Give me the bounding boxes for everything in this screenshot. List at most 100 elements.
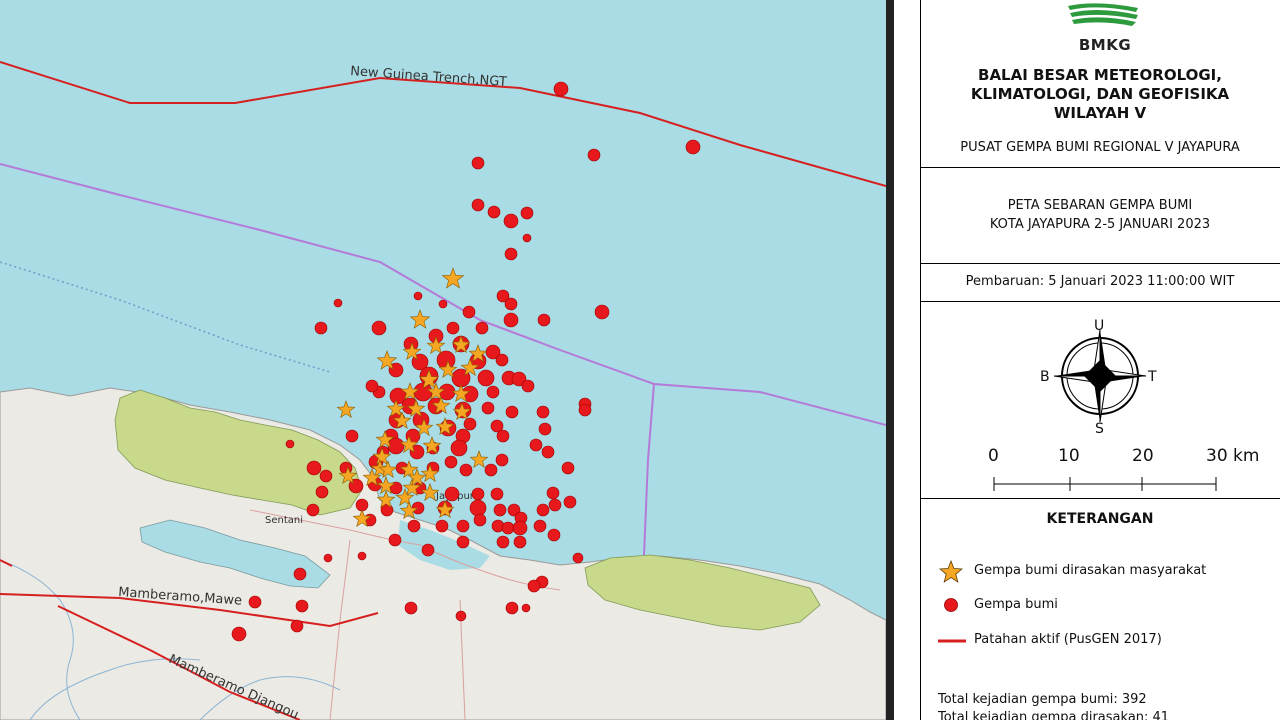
earthquake-marker[interactable] [388,533,402,547]
divider [920,301,1280,302]
earthquake-marker[interactable] [481,401,495,415]
earthquake-marker[interactable] [504,297,518,311]
compass-north: U [1094,318,1104,334]
earthquake-marker[interactable] [522,233,532,243]
earthquake-marker[interactable] [295,599,309,613]
earthquake-marker[interactable] [319,469,333,483]
earthquake-marker[interactable] [438,299,448,309]
earthquake-marker[interactable] [231,626,247,642]
earthquake-marker[interactable] [553,81,569,97]
earthquake-marker[interactable] [407,519,421,533]
bmkg-logo [1068,3,1138,26]
earthquake-marker[interactable] [547,528,561,542]
map-frame-edge [886,0,894,720]
earthquake-marker[interactable] [513,535,527,549]
divider [920,167,1280,168]
earthquake-marker[interactable] [477,369,495,387]
earthquake-marker[interactable] [486,385,500,399]
earthquake-marker[interactable] [421,543,435,557]
earthquake-marker[interactable] [521,603,531,613]
earthquake-marker[interactable] [578,403,592,417]
earthquake-marker[interactable] [456,519,470,533]
earthquake-map[interactable]: New Guinea Trench,NGT Mamberamo,Mawe Mam… [0,0,886,720]
total-felt-quakes: Total kejadian gempa dirasakan: 41 [938,710,1170,720]
earthquake-marker[interactable] [541,445,555,459]
earthquake-marker[interactable] [512,520,528,536]
earthquake-marker[interactable] [404,601,418,615]
earthquake-marker[interactable] [459,463,473,477]
earthquake-marker[interactable] [505,601,519,615]
earthquake-marker[interactable] [446,321,460,335]
org-name-line-2: KLIMATOLOGI, DAN GEOFISIKA [970,85,1230,103]
earthquake-marker[interactable] [471,156,485,170]
earthquake-marker[interactable] [520,206,534,220]
earthquake-marker[interactable] [563,495,577,509]
earthquake-marker[interactable] [493,503,507,517]
earthquake-marker[interactable] [306,460,322,476]
earthquake-marker[interactable] [529,438,543,452]
earthquake-marker[interactable] [345,429,359,443]
earthquake-marker[interactable] [444,455,458,469]
legend-star-icon [939,560,963,583]
earthquake-marker[interactable] [469,499,487,517]
earthquake-marker[interactable] [685,139,701,155]
earthquake-marker[interactable] [293,567,307,581]
earthquake-marker[interactable] [538,422,552,436]
earthquake-marker[interactable] [413,291,423,301]
earthquake-marker[interactable] [456,535,470,549]
earthquake-marker[interactable] [533,519,547,533]
earthquake-marker[interactable] [495,353,509,367]
divider [920,263,1280,264]
earthquake-marker[interactable] [527,579,541,593]
map-title-line-1: PETA SEBARAN GEMPA BUMI [1007,198,1193,213]
earthquake-marker[interactable] [473,513,487,527]
earthquake-marker[interactable] [501,521,515,535]
earthquake-marker[interactable] [536,405,550,419]
earthquake-marker[interactable] [561,461,575,475]
compass-east: T [1147,369,1157,385]
earthquake-marker[interactable] [496,535,510,549]
earthquake-marker[interactable] [475,321,489,335]
earthquake-marker[interactable] [471,198,485,212]
earthquake-marker[interactable] [463,417,477,431]
earthquake-marker[interactable] [323,553,333,563]
earthquake-marker[interactable] [450,439,468,457]
compass-south: S [1095,421,1104,436]
earthquake-marker[interactable] [413,382,433,402]
earthquake-marker[interactable] [572,552,584,564]
earthquake-marker[interactable] [357,551,367,561]
scale-label-30km: 30 km [1206,446,1260,466]
earthquake-marker[interactable] [594,304,610,320]
earthquake-marker[interactable] [548,498,562,512]
earthquake-marker[interactable] [314,321,328,335]
earthquake-marker[interactable] [455,610,467,622]
earthquake-marker[interactable] [487,205,501,219]
earthquake-marker[interactable] [290,619,304,633]
earthquake-marker[interactable] [365,379,379,393]
earthquake-marker[interactable] [537,313,551,327]
earthquake-marker[interactable] [387,437,405,455]
earthquake-marker[interactable] [484,463,498,477]
earthquake-marker[interactable] [587,148,601,162]
earthquake-marker[interactable] [371,320,387,336]
earthquake-marker[interactable] [496,429,510,443]
earthquake-marker[interactable] [333,298,343,308]
earthquake-marker[interactable] [505,405,519,419]
city-label-sentani: Sentani [265,515,303,526]
earthquake-marker[interactable] [285,439,295,449]
earthquake-marker[interactable] [503,312,519,328]
earthquake-marker[interactable] [521,379,535,393]
earthquake-marker[interactable] [495,453,509,467]
earthquake-marker[interactable] [306,503,320,517]
earthquake-marker[interactable] [546,486,560,500]
earthquake-marker[interactable] [248,595,262,609]
earthquake-marker[interactable] [490,487,504,501]
earthquake-marker[interactable] [503,213,519,229]
earthquake-marker[interactable] [444,486,460,502]
earthquake-marker[interactable] [435,519,449,533]
earthquake-marker[interactable] [315,485,329,499]
earthquake-marker[interactable] [504,247,518,261]
earthquake-marker[interactable] [462,305,476,319]
earthquake-marker[interactable] [536,503,550,517]
earthquake-marker[interactable] [471,487,485,501]
